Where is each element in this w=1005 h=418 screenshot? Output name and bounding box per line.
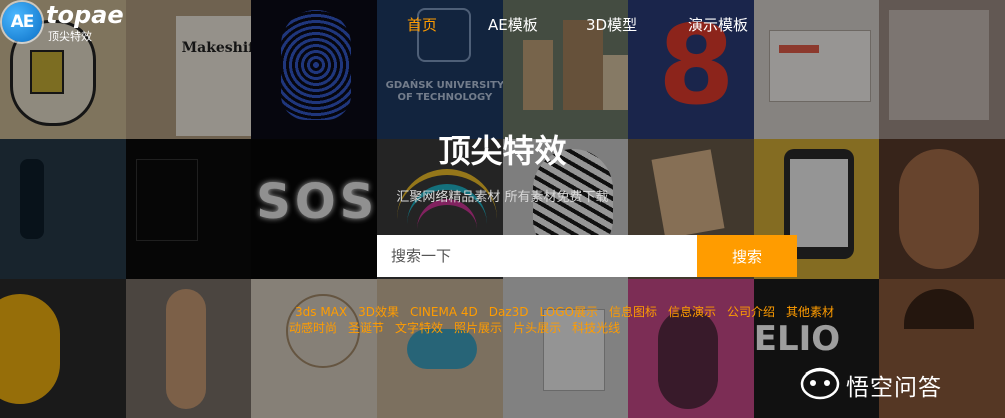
tag-link[interactable]: 动感时尚 — [289, 321, 337, 335]
search-button[interactable]: 搜索 — [697, 235, 797, 277]
tag-link[interactable]: 3D效果 — [358, 305, 399, 319]
nav-item-3d-models[interactable]: 3D模型 — [586, 14, 637, 35]
background-overlay — [0, 0, 1005, 418]
tag-link[interactable]: 信息演示 — [668, 305, 716, 319]
nav-item-presentation-templates[interactable]: 演示模板 — [688, 14, 748, 35]
tag-link[interactable]: 3ds MAX — [295, 305, 347, 319]
search-input[interactable] — [377, 235, 697, 277]
tag-link[interactable]: 文字特效 — [395, 321, 443, 335]
tag-link[interactable]: 照片展示 — [454, 321, 502, 335]
tag-link[interactable]: 其他素材 — [786, 305, 834, 319]
watermark-text: 悟空问答 — [846, 375, 942, 401]
hero-subtitle: 汇聚网络精品素材 所有素材免费下载 — [396, 190, 609, 205]
tag-link[interactable]: CINEMA 4D — [410, 305, 478, 319]
wukong-logo-icon — [800, 367, 840, 400]
hero-title: 顶尖特效 — [438, 132, 567, 170]
hot-tags: 3ds MAX 3D效果 CINEMA 4D Daz3D LOGO展示 信息图标 信息演示公… — [289, 304, 895, 336]
tag-link[interactable]: 圣诞节 — [348, 321, 384, 335]
tag-link[interactable]: 公司介绍 — [727, 305, 775, 319]
tag-link[interactable]: 信息图标 — [609, 305, 657, 319]
tag-link[interactable]: 片头展示 — [513, 321, 561, 335]
tag-link[interactable]: 科技光线 — [572, 321, 620, 335]
watermark: 悟空问答 — [800, 364, 1000, 404]
nav-item-ae-templates[interactable]: AE模板 — [488, 14, 538, 35]
tag-link[interactable]: LOGO展示 — [540, 305, 598, 319]
nav-item-home[interactable]: 首页 — [407, 14, 437, 35]
tag-link[interactable]: Daz3D — [489, 305, 529, 319]
main-nav: 首页 AE模板 3D模型 演示模板 — [0, 14, 1005, 36]
